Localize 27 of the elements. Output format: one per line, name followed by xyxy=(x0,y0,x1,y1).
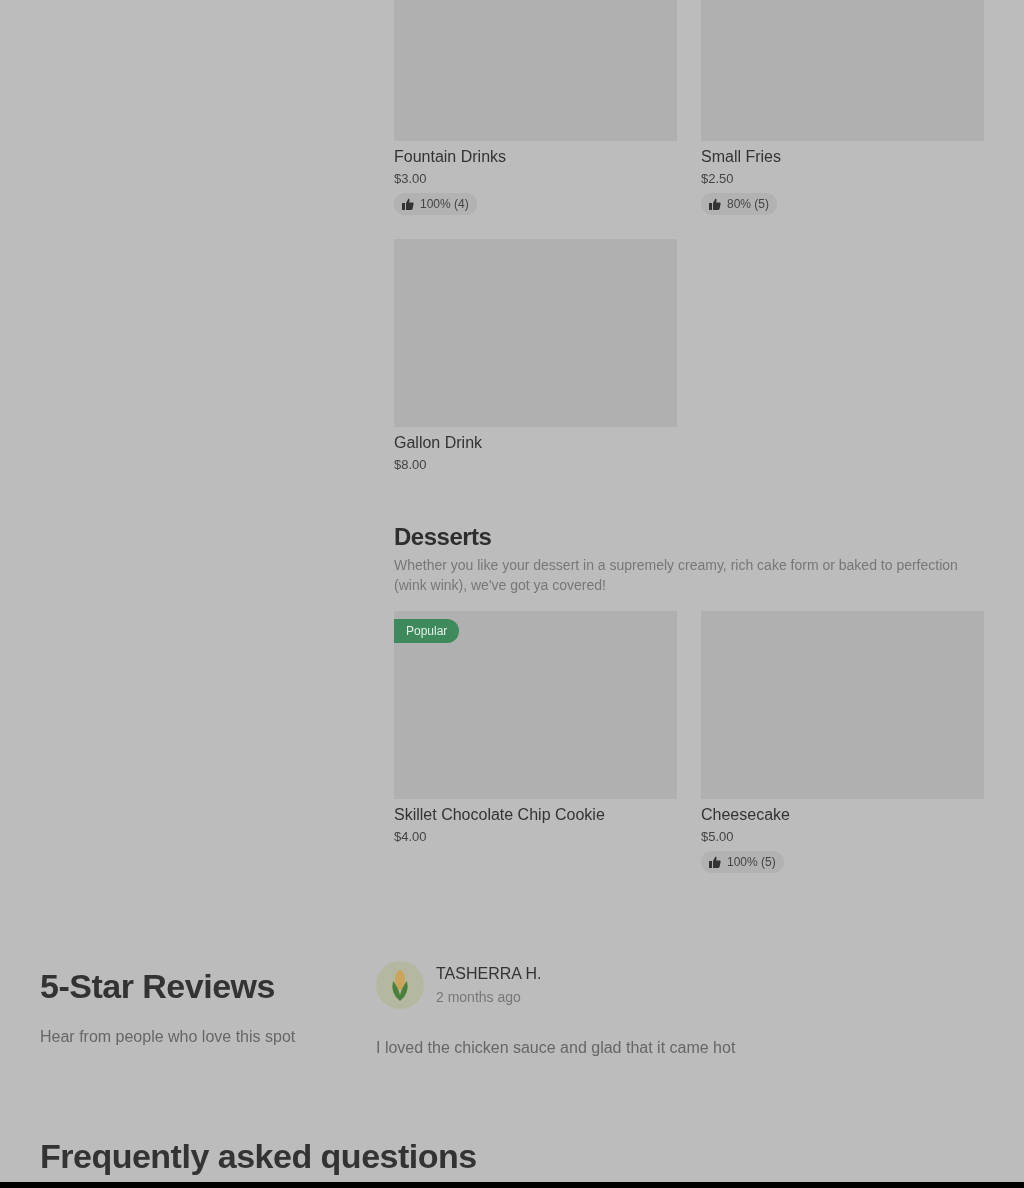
reviews-subtitle: Hear from people who love this spot xyxy=(40,1028,297,1046)
review-text: I loved the chicken sauce and glad that it came hot xyxy=(376,1039,736,1057)
review-time: 2 months ago xyxy=(436,989,522,1005)
item-name[interactable]: Gallon Drink xyxy=(394,433,483,453)
item-name[interactable]: Fountain Drinks xyxy=(394,147,507,167)
faq-title: Frequently asked questions xyxy=(40,1136,477,1176)
item-price: $2.50 xyxy=(701,171,734,187)
item-price: $3.00 xyxy=(394,171,427,187)
section-title: Desserts xyxy=(394,523,493,551)
rating-text: 100% (5) xyxy=(727,855,776,869)
corn-avatar-icon xyxy=(376,961,424,1009)
reviewer-name: TASHERRA H. xyxy=(436,965,542,983)
thumbs-up-icon xyxy=(402,198,414,210)
thumbs-up-icon xyxy=(709,198,721,210)
item-price: $4.00 xyxy=(394,829,427,845)
item-name[interactable]: Cheesecake xyxy=(701,805,790,825)
item-price: $5.00 xyxy=(701,829,734,845)
rating-text: 80% (5) xyxy=(727,197,770,211)
image-placeholder[interactable]: Popular xyxy=(394,611,677,799)
item-price: $8.00 xyxy=(394,457,427,473)
thumbs-up-icon xyxy=(709,856,721,868)
item-name[interactable]: Small Fries xyxy=(701,147,781,167)
rating-text: 100% (4) xyxy=(420,197,469,211)
popular-tag: Popular xyxy=(394,619,460,643)
reviews-title: 5-Star Reviews xyxy=(40,967,276,1006)
section-description: Whether you like your dessert in a supremely creamy, rich cake form or baked to perfection (wink wink), we've got ya covered! xyxy=(394,556,959,595)
item-name[interactable]: Skillet Chocolate Chip Cookie xyxy=(394,805,605,825)
